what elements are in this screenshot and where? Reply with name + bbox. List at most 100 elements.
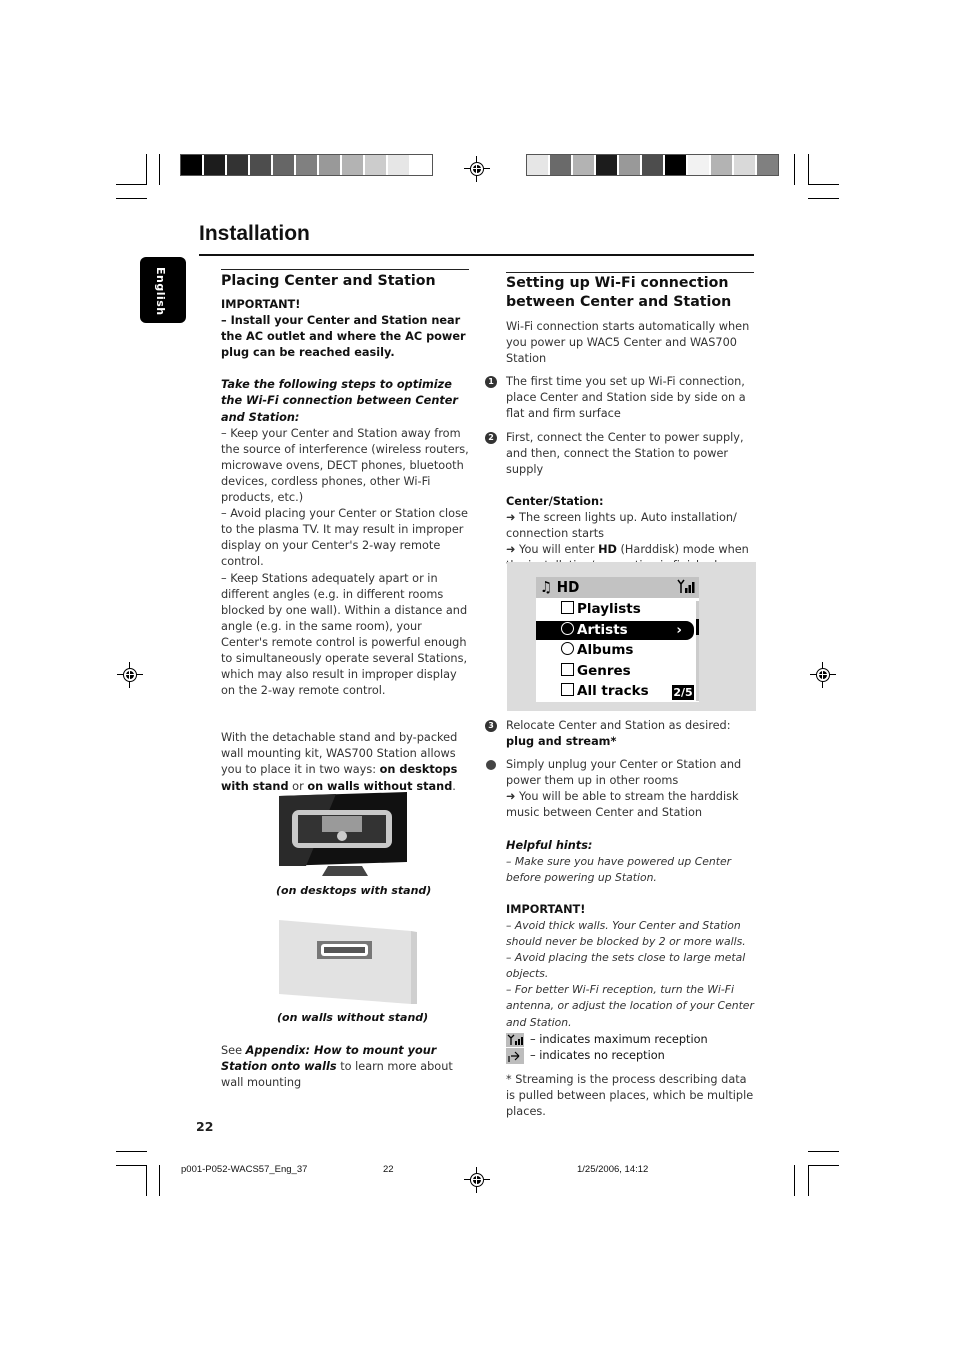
playlist-icon	[561, 601, 574, 614]
important-label: IMPORTANT!	[506, 902, 586, 916]
menu-item-label: Artists	[577, 622, 628, 638]
result-text: ➜ You will be able to stream the harddis…	[506, 790, 739, 820]
registration-mark-icon	[810, 662, 836, 688]
center-station-label: Center/Station:	[506, 494, 604, 508]
color-swatch	[573, 155, 594, 175]
color-swatch	[734, 155, 755, 175]
crop-mark	[808, 1151, 839, 1152]
section-rule	[506, 272, 754, 273]
screen-header: ♫ HD	[536, 577, 699, 598]
appendix-reference: See Appendix: How to mount your Station …	[221, 1043, 471, 1091]
color-swatch	[273, 155, 294, 175]
crop-mark	[116, 1165, 147, 1166]
color-swatch	[619, 155, 640, 175]
crop-mark	[794, 154, 795, 185]
left-column: Placing Center and Station IMPORTANT! – …	[221, 269, 471, 795]
right-column: Setting up Wi-Fi connection between Cent…	[485, 272, 756, 574]
color-swatch	[204, 155, 225, 175]
important-item: – Avoid thick walls. Your Center and Sta…	[506, 918, 746, 949]
steps-intro: Take the following steps to optimize the…	[221, 378, 459, 424]
step-text: Relocate Center and Station as desired:	[506, 719, 731, 732]
screen-title: ♫ HD	[540, 578, 580, 596]
crop-mark	[116, 184, 147, 185]
step-text: The first time you set up Wi-Fi connecti…	[506, 375, 746, 421]
result-text: ➜ You will enter	[506, 543, 599, 557]
stand-text: or	[288, 779, 308, 793]
device-screen: ♫ HD Playlists Artists › Albums Genres Al…	[536, 577, 699, 702]
result-text: ➜ The screen lights up. Auto installatio…	[506, 510, 737, 541]
bullet-item: – Keep Stations adequately apart or in d…	[221, 571, 468, 698]
color-swatch	[411, 155, 432, 175]
language-tab: English	[140, 257, 186, 323]
crop-mark	[808, 1165, 809, 1196]
step-1: 1 The first time you set up Wi-Fi connec…	[485, 374, 756, 422]
wall-station-image	[278, 920, 418, 1004]
important-label: IMPORTANT!	[221, 298, 301, 311]
crop-mark	[146, 154, 147, 185]
right-column-lower: 3 Relocate Center and Station as desired…	[485, 718, 756, 1120]
footnote: * Streaming is the process describing da…	[506, 1072, 754, 1118]
bullet-step: Simply unplug your Center or Station and…	[486, 757, 756, 821]
stand-option-wall: on walls without stand	[307, 779, 453, 793]
screen-scrollbar[interactable]	[696, 601, 699, 701]
color-swatch	[319, 155, 340, 175]
title-divider	[199, 254, 754, 256]
color-swatch	[642, 155, 663, 175]
menu-item-genres[interactable]: Genres	[561, 662, 631, 681]
intro-text: Wi-Fi connection starts automatically wh…	[506, 320, 750, 366]
legend-max: – indicates maximum reception	[506, 1032, 756, 1048]
hints-label: Helpful hints:	[506, 838, 593, 852]
color-swatch	[250, 155, 271, 175]
color-swatch	[365, 155, 386, 175]
footer-datetime: 1/25/2006, 14:12	[577, 1164, 649, 1175]
menu-item-label: Albums	[577, 642, 634, 658]
footer-page: 22	[383, 1164, 394, 1175]
device-screen-illustration: ♫ HD Playlists Artists › Albums Genres Al…	[507, 562, 756, 711]
tracks-icon	[561, 683, 574, 696]
legend-none-text: – indicates no reception	[530, 1048, 665, 1062]
important-item: – Avoid placing the sets close to large …	[506, 951, 746, 981]
menu-item-playlists[interactable]: Playlists	[561, 600, 641, 619]
artist-icon	[561, 622, 574, 635]
screen-scrollbar-thumb[interactable]	[696, 619, 699, 635]
crop-mark	[794, 1165, 795, 1196]
step-number-icon: 3	[485, 720, 497, 732]
color-swatch	[550, 155, 571, 175]
menu-item-albums[interactable]: Albums	[561, 641, 633, 660]
legend-max-text: – indicates maximum reception	[530, 1032, 708, 1046]
step-number-icon: 1	[485, 376, 497, 389]
menu-item-all-tracks[interactable]: All tracks	[561, 682, 649, 701]
bullet-item: – Avoid placing your Center or Station c…	[221, 507, 468, 569]
step-number-icon: 2	[485, 431, 497, 444]
important-item: – For better Wi-Fi reception, turn the W…	[506, 983, 754, 1029]
signal-none-icon	[506, 1047, 524, 1064]
section-heading: Setting up Wi-Fi connection between Cent…	[506, 275, 732, 310]
stand-paragraph: With the detachable stand and by-packed …	[221, 730, 471, 794]
appendix-text: See	[221, 1044, 246, 1057]
crop-mark	[808, 184, 839, 185]
genre-icon	[561, 663, 574, 676]
step-text: First, connect the Center to power suppl…	[506, 430, 744, 476]
menu-item-label: Genres	[577, 663, 631, 679]
registration-mark-icon	[464, 156, 490, 182]
page-indicator: 2/5	[672, 685, 694, 700]
album-icon	[561, 642, 574, 655]
image-caption-desktop: (on desktops with stand)	[276, 884, 432, 897]
language-tab-label: English	[154, 267, 167, 316]
crop-mark	[116, 198, 147, 199]
color-swatch	[757, 155, 778, 175]
bullet-icon	[486, 760, 496, 771]
crop-mark	[159, 1165, 160, 1196]
registration-mark-icon	[464, 1167, 490, 1193]
color-swatch	[711, 155, 732, 175]
hd-mode-label: HD	[598, 543, 617, 557]
registration-mark-icon	[117, 662, 143, 688]
color-swatch	[342, 155, 363, 175]
page-number: 22	[196, 1119, 214, 1134]
color-calibration-bar-left	[180, 154, 433, 176]
plug-and-stream: plug and stream*	[506, 735, 617, 749]
image-caption-wall: (on walls without stand)	[277, 1011, 429, 1024]
chevron-right-icon: ›	[676, 622, 682, 638]
menu-item-artists[interactable]: Artists ›	[536, 621, 694, 640]
crop-mark	[808, 198, 839, 199]
